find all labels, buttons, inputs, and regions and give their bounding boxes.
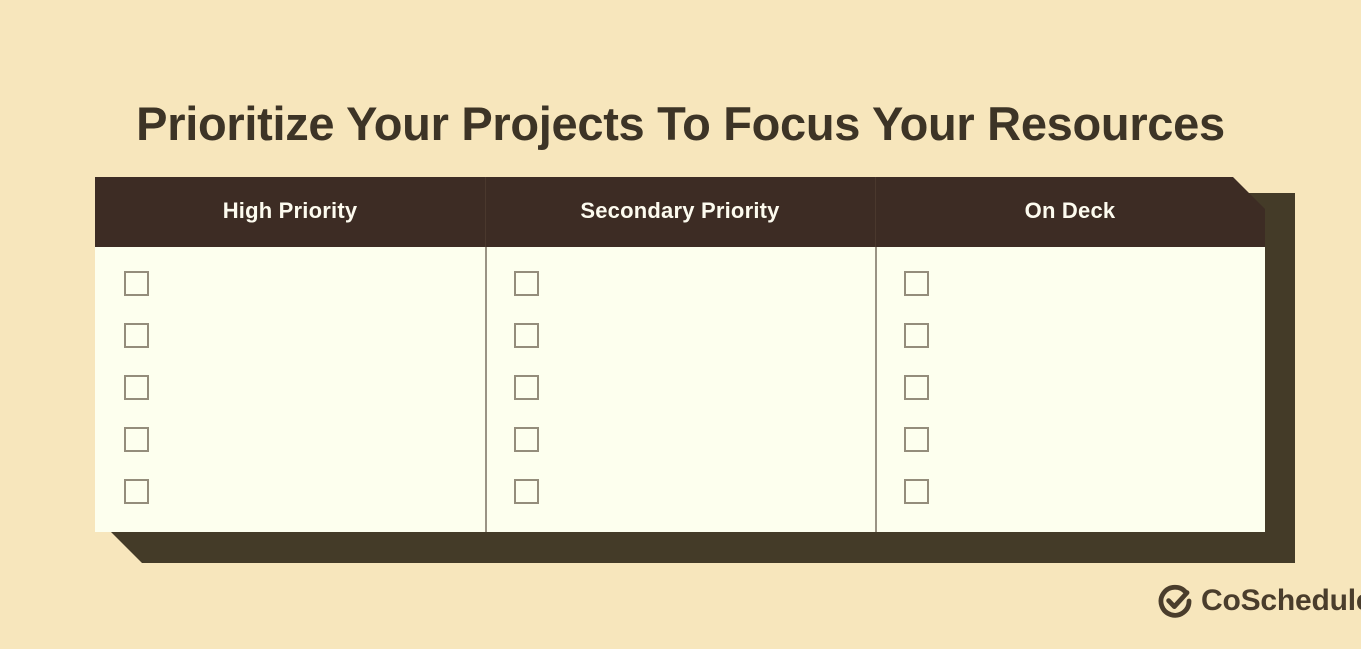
column-header-label: On Deck [1024,198,1116,223]
table-header-row: High Priority Secondary Priority On Deck [95,177,1265,247]
checkbox[interactable] [514,375,539,400]
page-title: Prioritize Your Projects To Focus Your R… [136,97,1225,151]
column-secondary-priority [485,247,875,532]
checkbox[interactable] [514,479,539,504]
checkbox[interactable] [904,479,929,504]
coschedule-check-circle-icon [1158,584,1192,618]
checkbox[interactable] [124,427,149,452]
column-header-label: Secondary Priority [580,198,780,223]
checkbox[interactable] [904,271,929,296]
checkbox[interactable] [124,375,149,400]
coschedule-logo: CoSchedule [1158,584,1361,618]
column-on-deck [875,247,1265,532]
checkbox[interactable] [124,479,149,504]
column-header-label: High Priority [222,198,358,223]
checkbox[interactable] [904,375,929,400]
checkbox[interactable] [514,271,539,296]
checkbox[interactable] [124,323,149,348]
checkbox[interactable] [124,271,149,296]
column-header-secondary-priority: Secondary Priority [485,177,875,247]
checkbox[interactable] [514,323,539,348]
table-body [95,247,1265,532]
column-high-priority [95,247,485,532]
coschedule-wordmark: CoSchedule [1201,584,1361,617]
column-header-high-priority: High Priority [95,177,485,247]
priority-table: High Priority Secondary Priority On Deck [95,177,1295,563]
column-header-on-deck: On Deck [875,177,1265,247]
checkbox[interactable] [904,427,929,452]
checkbox[interactable] [514,427,539,452]
checkbox[interactable] [904,323,929,348]
